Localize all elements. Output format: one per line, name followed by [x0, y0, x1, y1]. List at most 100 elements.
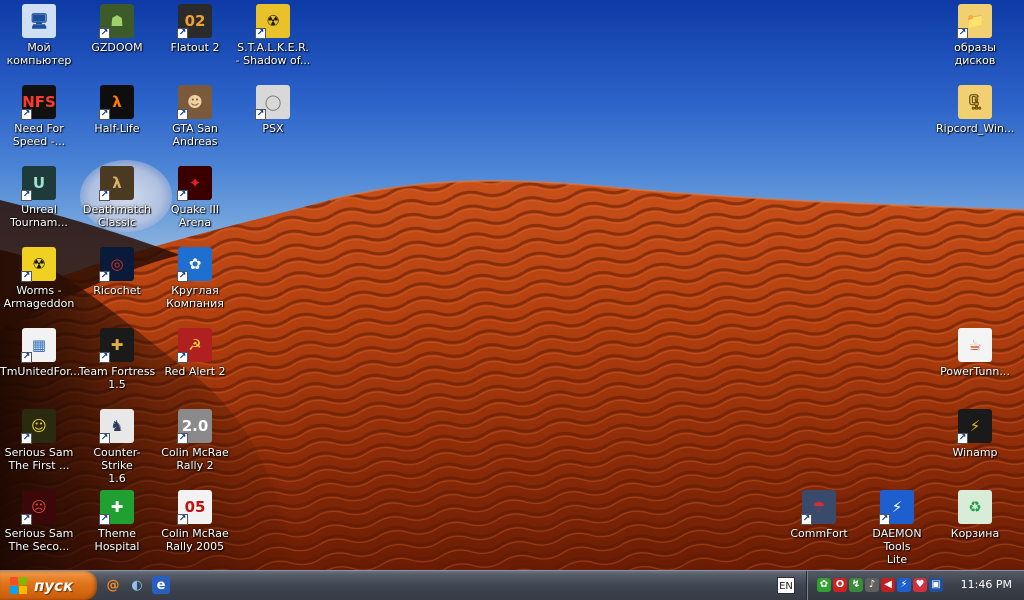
cs-16-glyph: ♞ [110, 416, 124, 435]
desktop-icon-ricochet[interactable]: ◎ ↗ Ricochet [78, 245, 156, 323]
daemon-tools-glyph: ⚡ [891, 497, 903, 516]
worms-icon: ☢ ↗ [21, 247, 56, 282]
clock[interactable]: 11:46 PM [961, 578, 1012, 591]
tray-antivirus-icon[interactable]: ♥ [913, 578, 927, 592]
desktop-icon-winamp[interactable]: ⚡ ↗ Winamp [936, 407, 1014, 485]
desktop-icon-stalker[interactable]: ☢ ↗ S.T.A.L.K.E.R. - Shadow of... [234, 2, 312, 80]
desktop-icon-label: Serious Sam The First ... [4, 446, 74, 472]
commfort-glyph: ☂ [812, 497, 826, 516]
desktop-icon-label: Ricochet [93, 284, 141, 297]
shortcut-arrow-icon: ↗ [879, 514, 890, 525]
shortcut-arrow-icon: ↗ [99, 271, 110, 282]
desktop-icon-obrazy-diskov[interactable]: 📁 ↗ образы дисков [936, 2, 1014, 80]
desktop-icon-serious-sam-1[interactable]: ☺ ↗ Serious Sam The First ... [0, 407, 78, 485]
desktop-icon-tmunitedforever[interactable]: ▦ ↗ TmUnitedFor... [0, 326, 80, 404]
desktop-icon-commfort[interactable]: ☂ ↗ CommFort [780, 488, 858, 566]
desktop-icon-my-computer[interactable]: 🖥 Мой компьютер [0, 2, 78, 80]
shortcut-arrow-icon: ↗ [255, 109, 266, 120]
tray-network-icon[interactable]: ▣ [929, 578, 943, 592]
obrazy-diskov-glyph: 📁 [965, 11, 985, 30]
flatout-2-icon: 02 ↗ [177, 4, 212, 39]
desktop-icon-flatout-2[interactable]: 02 ↗ Flatout 2 [156, 2, 234, 80]
ricochet-glyph: ◎ [110, 254, 124, 273]
serious-sam-2-glyph: ☹ [31, 497, 47, 516]
desktop-icon-ripcord[interactable]: 🗜 Ripcord_Win... [936, 83, 1014, 161]
shortcut-arrow-icon: ↗ [21, 190, 32, 201]
unreal-tournament-icon: U ↗ [21, 166, 56, 201]
desktop-icon-kruglaya-kompaniya[interactable]: ✿ ↗ Круглая Компания [156, 245, 234, 323]
desktop-icon-tf-15[interactable]: ✚ ↗ Team Fortress 1.5 [78, 326, 156, 404]
shortcut-arrow-icon: ↗ [957, 28, 968, 39]
desktop-icon-theme-hospital[interactable]: ✚ ↗ Theme Hospital [78, 488, 156, 566]
my-computer-glyph: 🖥 [29, 11, 49, 30]
desktop-icon-psx[interactable]: ◯ ↗ PSX [234, 83, 312, 161]
winamp-icon: ⚡ ↗ [957, 409, 992, 444]
ripcord-icon: 🗜 [958, 85, 992, 119]
system-tray: 11:46 PM ✿ O ↯ ♪ ◀ ⚡ ♥ ▣ [806, 571, 1024, 600]
desktop-icon-quake-3[interactable]: ✦ ↗ Quake III Arena [156, 164, 234, 242]
desktop-icon-half-life[interactable]: λ ↗ Half-Life [78, 83, 156, 161]
desktop-icon-worms[interactable]: ☢ ↗ Worms - Armageddon [0, 245, 78, 323]
half-life-icon: λ ↗ [99, 85, 134, 120]
desktop-icon-label: Colin McRae Rally 2 [161, 446, 229, 472]
desktop-icon-label: Team Fortress 1.5 [78, 365, 156, 391]
desktop-icon-label: образы дисков [954, 41, 996, 67]
desktop-icon-unreal-tournament[interactable]: U ↗ Unreal Tournam... [0, 164, 78, 242]
gzdoom-glyph: ☗ [110, 11, 124, 30]
desktop-icon-cs-16[interactable]: ♞ ↗ Counter-Strike 1.6 [78, 407, 156, 485]
desktop-icon-cmr2[interactable]: 2.0 ↗ Colin McRae Rally 2 [156, 407, 234, 485]
desktop-icon-red-alert-2[interactable]: ☭ ↗ Red Alert 2 [156, 326, 234, 404]
tray-red-alert-icon[interactable]: ◀ [881, 578, 895, 592]
desktop-icon-recycle-bin[interactable]: ♻ Корзина [936, 488, 1014, 566]
obrazy-diskov-icon: 📁 ↗ [957, 4, 992, 39]
desktop[interactable]: 🖥 Мой компьютер ☗ ↗ GZDOOM 02 ↗ Flatout 2 ☢ ↗ S.T.… [0, 0, 1024, 570]
shortcut-arrow-icon: ↗ [99, 28, 110, 39]
deathmatch-classic-icon: λ ↗ [99, 166, 134, 201]
quick-launch-show-desktop-icon[interactable]: ◐ [128, 576, 146, 594]
desktop-icon-gzdoom[interactable]: ☗ ↗ GZDOOM [78, 2, 156, 80]
serious-sam-1-icon: ☺ ↗ [21, 409, 56, 444]
desktop-icon-cmr-2005[interactable]: 05 ↗ Colin McRae Rally 2005 [156, 488, 234, 566]
desktop-icon-gta-sa[interactable]: ☻ ↗ GTA San Andreas [156, 83, 234, 161]
shortcut-arrow-icon: ↗ [177, 28, 188, 39]
tray-icq-icon[interactable]: ✿ [817, 578, 831, 592]
desktop-icon-serious-sam-2[interactable]: ☹ ↗ Serious Sam The Seco... [0, 488, 78, 566]
gta-sa-glyph: ☻ [187, 92, 203, 111]
shortcut-arrow-icon: ↗ [21, 271, 32, 282]
powertunn-icon: ☕ [958, 328, 992, 362]
cmr2-icon: 2.0 ↗ [177, 409, 212, 444]
start-button[interactable]: пуск [0, 571, 97, 600]
desktop-icon-powertunn[interactable]: ☕ PowerTunn... [936, 326, 1014, 404]
desktop-icon-label: GZDOOM [91, 41, 143, 54]
tray-opera-icon[interactable]: O [833, 578, 847, 592]
shortcut-arrow-icon: ↗ [177, 109, 188, 120]
flatout-2-glyph: 02 [184, 11, 206, 30]
half-life-glyph: λ [112, 92, 122, 111]
language-indicator[interactable]: EN [777, 577, 795, 594]
my-computer-icon: 🖥 [22, 4, 56, 38]
stalker-glyph: ☢ [266, 11, 280, 30]
tray-net1-icon[interactable]: ↯ [849, 578, 863, 592]
psx-glyph: ◯ [264, 92, 282, 111]
quick-launch-ie-icon[interactable]: e [152, 576, 170, 594]
desktop-icon-deathmatch-classic[interactable]: λ ↗ Deathmatch Classic [78, 164, 156, 242]
desktop-icon-label: PSX [262, 122, 284, 135]
desktop-icon-label: S.T.A.L.K.E.R. - Shadow of... [235, 41, 311, 67]
desktop-icon-label: CommFort [790, 527, 848, 540]
desktop-icon-label: Colin McRae Rally 2005 [161, 527, 229, 553]
shortcut-arrow-icon: ↗ [177, 190, 188, 201]
red-alert-2-glyph: ☭ [188, 335, 202, 354]
red-alert-2-icon: ☭ ↗ [177, 328, 212, 363]
tray-speaker-icon[interactable]: ♪ [865, 578, 879, 592]
desktop-icon-daemon-tools[interactable]: ⚡ ↗ DAEMON Tools Lite [858, 488, 936, 566]
desktop-icon-label: Theme Hospital [94, 527, 140, 553]
desktop-icon-label: Worms - Armageddon [3, 284, 75, 310]
tray-daemon-icon[interactable]: ⚡ [897, 578, 911, 592]
cmr-2005-glyph: 05 [184, 497, 206, 516]
psx-icon: ◯ ↗ [255, 85, 290, 120]
unreal-tournament-glyph: U [32, 173, 46, 192]
desktop-icon-nfs[interactable]: NFS ↗ Need For Speed -... [0, 83, 78, 161]
daemon-tools-icon: ⚡ ↗ [879, 490, 914, 525]
kruglaya-kompaniya-icon: ✿ ↗ [177, 247, 212, 282]
quick-launch-mail-icon[interactable]: @ [104, 576, 122, 594]
